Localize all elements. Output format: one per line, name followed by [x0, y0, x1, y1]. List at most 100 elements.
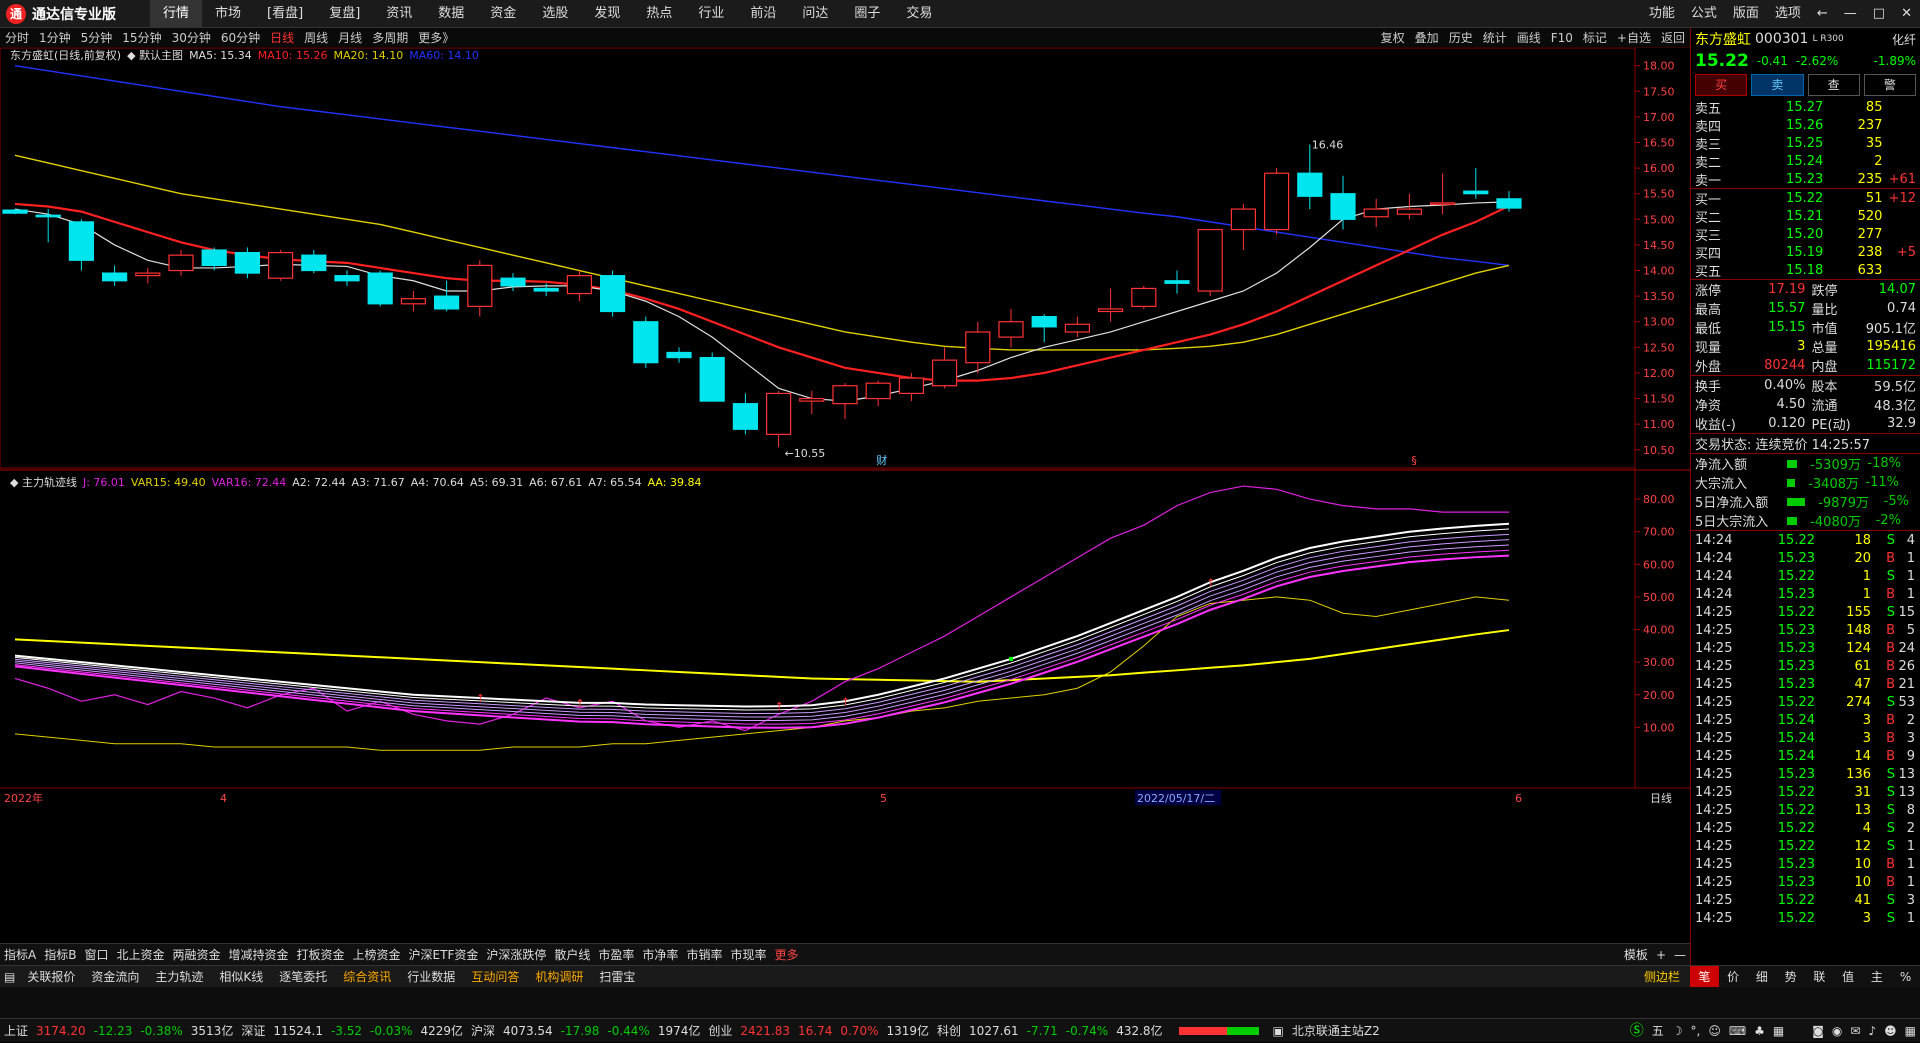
candle[interactable] — [799, 390, 825, 414]
menu-item[interactable]: 市场 — [202, 0, 254, 28]
period-tab[interactable]: 多周期 — [367, 28, 413, 48]
order-book-row[interactable]: 买三 15.20 277 — [1691, 225, 1920, 244]
quote-tab[interactable]: 价 — [1719, 966, 1748, 988]
tick-list[interactable]: 14:24 15.22 18 S 4 14:24 15.23 20 B 1 14:24 15.22 1 S… — [1691, 531, 1920, 927]
user-icon[interactable]: ☻ — [1880, 1019, 1901, 1043]
candle[interactable] — [467, 260, 493, 317]
function-tab[interactable]: 逐笔委托 — [271, 966, 335, 988]
menu-item[interactable]: 资讯 — [373, 0, 425, 28]
quote-tab[interactable]: 细 — [1748, 966, 1777, 988]
tool-button[interactable]: 画线 — [1512, 28, 1546, 48]
menu-item[interactable]: 热点 — [633, 0, 685, 28]
tool-button[interactable]: 历史 — [1444, 28, 1478, 48]
candle[interactable] — [434, 280, 460, 312]
candle[interactable] — [931, 347, 958, 389]
finance-marker[interactable]: 财 — [876, 453, 887, 467]
function-tab[interactable]: 扫雷宝 — [591, 966, 643, 988]
candle[interactable] — [1097, 288, 1124, 322]
sector-name[interactable]: 化纤 — [1892, 31, 1916, 48]
punct-icon[interactable]: °, — [1686, 1019, 1704, 1043]
period-tab[interactable]: 30分钟 — [167, 28, 216, 48]
candle[interactable] — [732, 393, 759, 435]
candle[interactable] — [566, 270, 593, 302]
order-book-row[interactable]: 买五 15.18 633 — [1691, 261, 1920, 280]
menu-item[interactable]: 交易 — [893, 0, 945, 28]
function-tab[interactable]: 关联报价 — [19, 966, 83, 988]
menu-item[interactable]: 数据 — [425, 0, 477, 28]
quote-tab[interactable]: % — [1891, 966, 1920, 988]
period-tab[interactable]: 5分钟 — [76, 28, 118, 48]
candle[interactable] — [101, 265, 128, 286]
function-tab[interactable]: 综合资讯 — [335, 966, 399, 988]
candle[interactable] — [1064, 316, 1091, 338]
function-tab[interactable]: 互动问答 — [463, 966, 527, 988]
server-icon[interactable]: ▣ — [1269, 1019, 1288, 1043]
quote-tab[interactable]: 势 — [1776, 966, 1805, 988]
candle[interactable] — [1263, 168, 1290, 235]
server-name[interactable]: 北京联通主站Z2 — [1288, 1019, 1384, 1043]
candle[interactable] — [699, 352, 725, 402]
menu-item[interactable]: 选股 — [529, 0, 581, 28]
order-book-row[interactable]: 买四 15.19 238 +5 — [1691, 243, 1920, 262]
menu-item[interactable]: 选项 — [1767, 0, 1809, 28]
candle[interactable] — [1330, 175, 1356, 230]
candle[interactable] — [1463, 168, 1489, 199]
function-tab[interactable]: 行业数据 — [399, 966, 463, 988]
indicator-tab[interactable]: 北上资金 — [112, 944, 168, 966]
candle[interactable] — [1031, 314, 1057, 343]
tool-button[interactable]: 统计 — [1478, 28, 1512, 48]
window-control[interactable]: ✕ — [1893, 0, 1920, 28]
apps-icon[interactable]: ▦ — [1901, 1019, 1920, 1043]
candle[interactable] — [268, 250, 294, 281]
candle[interactable] — [965, 321, 991, 373]
menu-item[interactable]: 问达 — [789, 0, 841, 28]
indicator-tab[interactable]: 上榜资金 — [349, 944, 405, 966]
indicator-tab[interactable]: 两融资金 — [168, 944, 224, 966]
quote-tab[interactable]: 主 — [1863, 966, 1892, 988]
candle[interactable] — [234, 247, 260, 279]
indicator-tab[interactable]: 市净率 — [638, 944, 682, 966]
emoji-icon[interactable]: ☺ — [1704, 1019, 1725, 1043]
tool-button[interactable]: 叠加 — [1410, 28, 1444, 48]
candle[interactable] — [367, 270, 393, 307]
candle[interactable] — [1297, 144, 1323, 210]
quote-tab[interactable]: 笔 — [1690, 965, 1719, 988]
window-control[interactable]: □ — [1865, 0, 1893, 28]
candle[interactable] — [765, 390, 792, 448]
tool-button[interactable]: 返回 — [1656, 28, 1690, 48]
candle[interactable] — [168, 250, 194, 276]
tool-button[interactable]: +自选 — [1612, 28, 1656, 48]
ime-icon[interactable]: 五 — [1648, 1019, 1668, 1043]
indicator-tab[interactable]: 市盈率 — [594, 944, 638, 966]
indicator-tab[interactable]: 散户线 — [550, 944, 594, 966]
period-tab[interactable]: 日线 — [265, 28, 299, 48]
moon-icon[interactable]: ☽ — [1668, 1019, 1687, 1043]
trade-button[interactable]: 查 — [1807, 74, 1860, 96]
candle[interactable] — [1131, 285, 1157, 309]
candle[interactable] — [633, 316, 659, 368]
window-control[interactable]: ← — [1809, 0, 1836, 28]
menu-item[interactable]: 资金 — [477, 0, 529, 28]
speaker-icon[interactable]: ♪ — [1864, 1019, 1880, 1043]
tool-button[interactable]: F10 — [1546, 28, 1578, 48]
indicator-tab[interactable]: 窗口 — [80, 944, 112, 966]
candle[interactable] — [301, 250, 327, 274]
menu-item[interactable]: 版面 — [1725, 0, 1767, 28]
menu-icon[interactable]: ▤ — [0, 966, 19, 988]
indicator-tab[interactable]: 指标A — [0, 944, 40, 966]
candle[interactable] — [35, 209, 61, 243]
period-tab[interactable]: 15分钟 — [117, 28, 166, 48]
record-icon[interactable]: ◙ — [1808, 1019, 1828, 1043]
candle[interactable] — [135, 267, 161, 284]
candle[interactable] — [400, 291, 426, 312]
quote-tab[interactable]: 联 — [1805, 966, 1834, 988]
candle[interactable] — [1496, 191, 1522, 212]
period-tab[interactable]: 周线 — [299, 28, 333, 48]
menu-item[interactable]: [看盘] — [254, 0, 316, 28]
menu-item[interactable]: 圈子 — [841, 0, 893, 28]
kline-chart[interactable]: 18.00 17.50 17.00 16.50 16.00 15.50 15.00 14.50… — [0, 47, 1690, 943]
order-book-row[interactable]: 卖一 15.23 235 +61 — [1691, 170, 1920, 189]
candle[interactable] — [1363, 198, 1389, 227]
tool-button[interactable]: 标记 — [1578, 28, 1612, 48]
function-tab[interactable]: 相似K线 — [211, 966, 271, 988]
